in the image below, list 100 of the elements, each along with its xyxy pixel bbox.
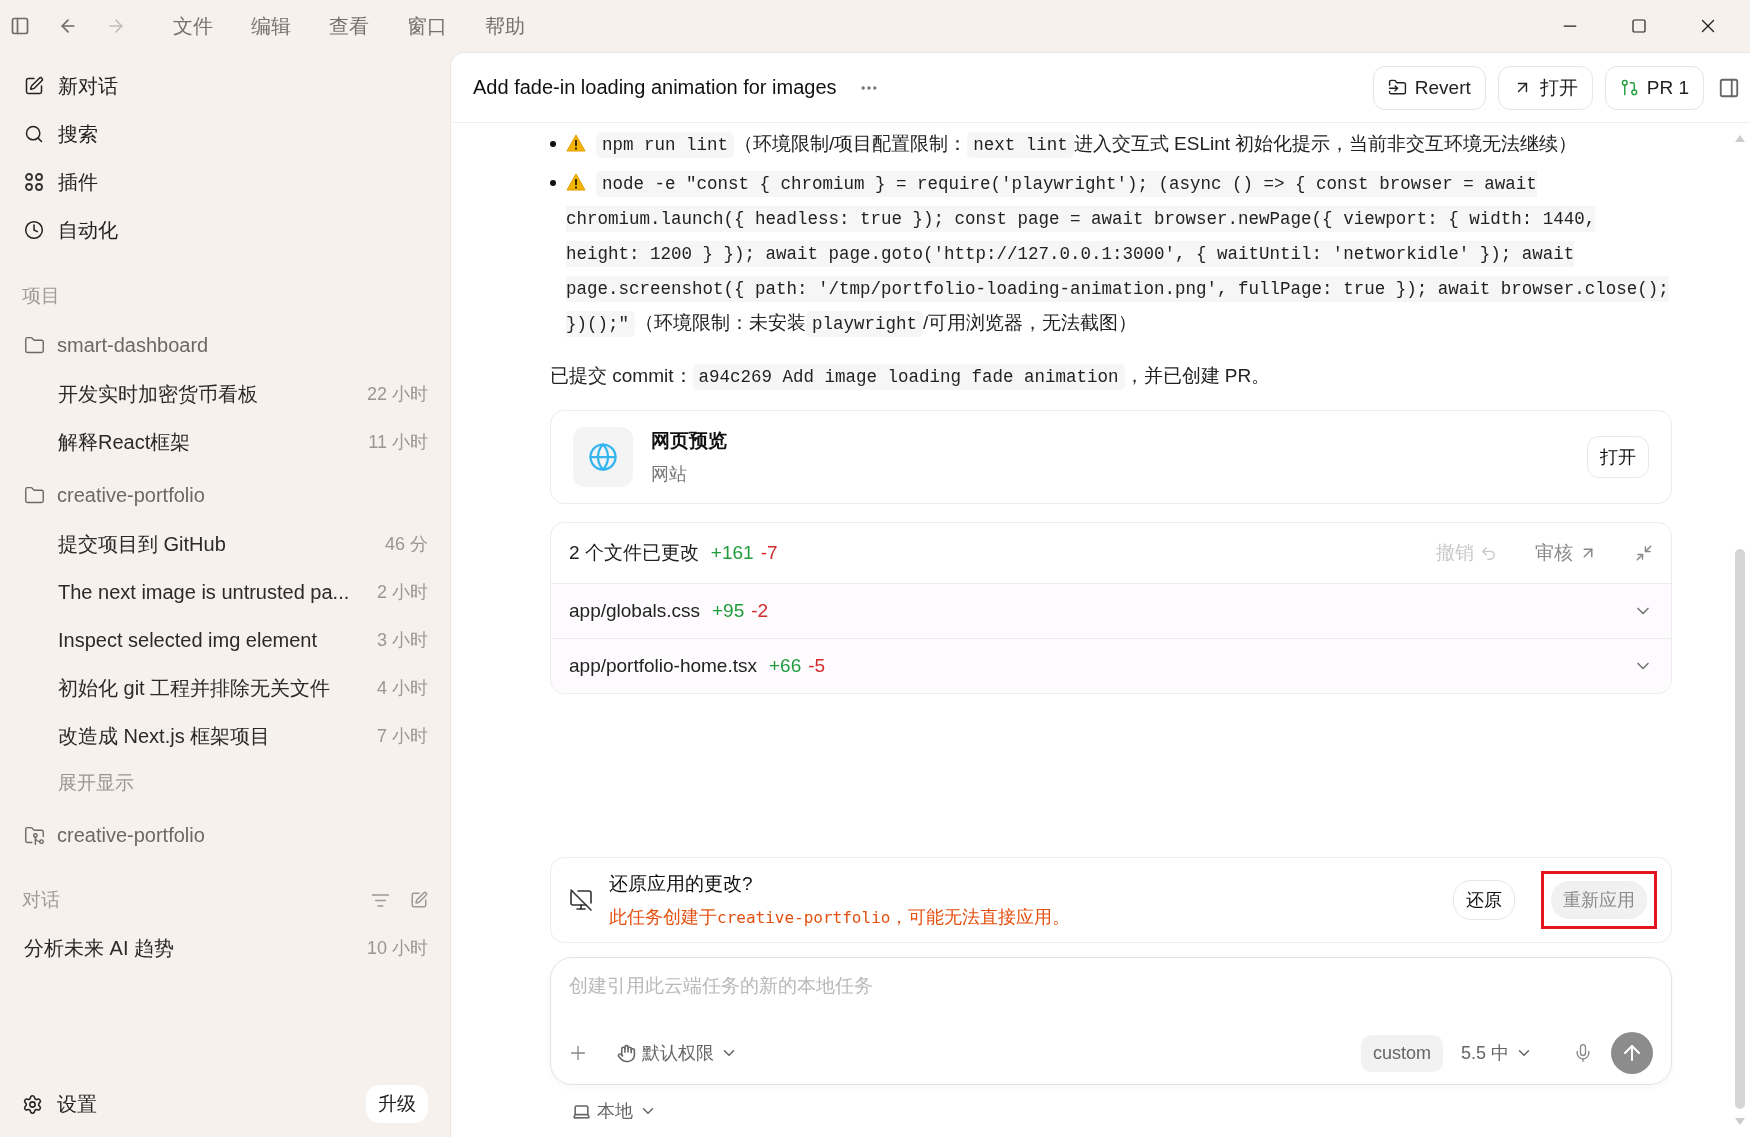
bullet-dot xyxy=(550,180,556,186)
header-button[interactable]: 打开 xyxy=(1497,65,1593,110)
project-item[interactable]: smart-dashboard xyxy=(22,320,428,370)
open-button[interactable]: 打开 xyxy=(1587,436,1649,478)
file-row[interactable]: app/portfolio-home.tsx +66 -5 xyxy=(551,638,1671,693)
thread-time: 11 小时 xyxy=(368,431,428,454)
nav-item[interactable]: 自动化 xyxy=(22,206,428,254)
changes-summary: 2 个文件已更改 xyxy=(569,541,699,565)
menu-item[interactable]: 窗口 xyxy=(407,12,447,40)
banner-warning: 此任务创建于creative-portfolio，可能无法直接应用。 xyxy=(609,906,1071,929)
globe-icon xyxy=(573,427,633,487)
circles-grid-icon xyxy=(24,172,44,192)
folder-icon xyxy=(24,824,45,846)
nav-label: 新对话 xyxy=(58,73,118,99)
thread-time: 7 小时 xyxy=(377,725,428,748)
crossed-screen-icon xyxy=(569,888,593,912)
thread-item[interactable]: 解释React框架 11 小时 xyxy=(22,418,428,466)
nav-item[interactable]: 插件 xyxy=(22,158,428,206)
nav-item[interactable]: 新对话 xyxy=(22,62,428,110)
settings-icon xyxy=(22,1093,43,1115)
added-count: +66 xyxy=(769,655,802,677)
thread-title: 解释React框架 xyxy=(58,429,191,455)
menu-item[interactable]: 查看 xyxy=(329,12,369,40)
project-name: smart-dashboard xyxy=(57,333,209,357)
header-button[interactable]: PR 1 xyxy=(1604,65,1704,110)
bullet-dot xyxy=(550,141,556,147)
preview-subtitle: 网站 xyxy=(651,463,688,486)
panel-toggle-button[interactable] xyxy=(1718,76,1740,99)
upgrade-button[interactable]: 升级 xyxy=(366,1085,428,1123)
folder-icon xyxy=(24,334,45,356)
nav-label: 自动化 xyxy=(58,217,118,243)
commit-text: 已提交 commit： a94c269 Add image loading fade animation ，并已创建 PR。 xyxy=(550,359,1672,394)
review-button[interactable]: 审核 xyxy=(1535,540,1597,566)
thread-item[interactable]: 改造成 Next.js 框架项目 7 小时 xyxy=(22,712,428,760)
section-heading: 项目 xyxy=(22,284,60,308)
thread-title: 开发实时加密货币看板 xyxy=(58,381,258,407)
chat-title: Add fade-in loading animation for images xyxy=(473,76,837,99)
thread-title: 提交项目到 GitHub xyxy=(58,531,226,557)
clock-icon xyxy=(24,220,44,240)
removed-count: -5 xyxy=(808,655,826,677)
folder-arrow-icon xyxy=(1387,78,1407,97)
permission-dropdown[interactable]: 默认权限 xyxy=(617,1041,738,1065)
project-item[interactable]: creative-portfolio xyxy=(22,470,428,520)
nav-label: 搜索 xyxy=(58,121,98,147)
nav-item[interactable]: 搜索 xyxy=(22,110,428,158)
sidebar-toggle-icon[interactable] xyxy=(10,16,30,36)
edit-icon[interactable] xyxy=(410,890,428,909)
thread-time: 22 小时 xyxy=(366,383,428,406)
model-dropdown[interactable]: 5.5 中 xyxy=(1460,1041,1533,1065)
file-row[interactable]: app/globals.css +95 -2 xyxy=(551,583,1671,638)
project-name: creative-portfolio xyxy=(57,483,205,507)
settings-button[interactable]: 设置 xyxy=(22,1090,97,1118)
project-item[interactable]: creative-portfolio xyxy=(22,810,428,860)
thread-item[interactable]: 开发实时加密货币看板 22 小时 xyxy=(22,370,428,418)
chat-title: 分析未来 AI 趋势 xyxy=(24,935,174,961)
send-button[interactable] xyxy=(1611,1032,1653,1074)
file-path: app/portfolio-home.tsx xyxy=(569,655,757,677)
bullet-text: npm run lint （环境限制/项目配置限制： next lint 进入交互式 ESLint 初始化提示，当前非交互环境无法继续） xyxy=(566,127,1578,162)
folder-icon xyxy=(24,484,45,506)
nav-label: 插件 xyxy=(58,169,98,195)
banner-button[interactable]: 还原 xyxy=(1453,880,1515,920)
removed-count: -7 xyxy=(760,542,778,564)
thread-title: 改造成 Next.js 框架项目 xyxy=(58,723,271,749)
thread-title: Inspect selected img element xyxy=(58,628,318,652)
thread-item[interactable]: 提交项目到 GitHub 46 分 xyxy=(22,520,428,568)
warning-icon xyxy=(566,173,586,191)
maximize-icon[interactable] xyxy=(1630,18,1647,34)
thread-time: 2 小时 xyxy=(377,581,428,604)
hand-icon xyxy=(617,1043,636,1063)
added-count: +95 xyxy=(711,600,745,622)
preview-title: 网页预览 xyxy=(651,429,727,453)
undo-icon xyxy=(1480,544,1497,562)
chat-time: 10 小时 xyxy=(366,937,428,960)
pull-request-icon xyxy=(1619,78,1639,97)
added-count: +161 xyxy=(710,542,754,564)
banner-title: 还原应用的更改? xyxy=(609,872,754,896)
section-heading: 对话 xyxy=(22,888,60,912)
thread-title: 初始化 git 工程并排除无关文件 xyxy=(58,675,331,701)
thread-item[interactable]: Inspect selected img element 3 小时 xyxy=(22,616,428,664)
thread-time: 4 小时 xyxy=(377,677,428,700)
thread-item[interactable]: The next image is untrusted pa... 2 小时 xyxy=(22,568,428,616)
location-dropdown[interactable]: 本地 xyxy=(572,1099,657,1123)
header-button[interactable]: Revert xyxy=(1372,65,1486,110)
thread-title: The next image is untrusted pa... xyxy=(58,580,350,604)
model-chip[interactable]: custom xyxy=(1360,1034,1443,1072)
search-icon xyxy=(24,124,44,144)
collapse-icon[interactable] xyxy=(1635,544,1653,562)
menu-item[interactable]: 编辑 xyxy=(251,12,291,40)
project-name: creative-portfolio xyxy=(57,823,205,847)
thread-time: 46 分 xyxy=(384,533,428,556)
edit-icon xyxy=(24,76,44,96)
file-path: app/globals.css xyxy=(569,600,700,622)
chat-item[interactable]: 分析未来 AI 趋势 10 小时 xyxy=(22,924,428,972)
menu-item[interactable]: 帮助 xyxy=(485,12,525,40)
settings-label: 设置 xyxy=(57,1091,97,1117)
menu-item[interactable]: 文件 xyxy=(173,12,213,40)
warning-icon xyxy=(566,134,586,152)
removed-count: -2 xyxy=(751,600,769,622)
thread-item[interactable]: 初始化 git 工程并排除无关文件 4 小时 xyxy=(22,664,428,712)
thread-time: 3 小时 xyxy=(377,629,428,652)
